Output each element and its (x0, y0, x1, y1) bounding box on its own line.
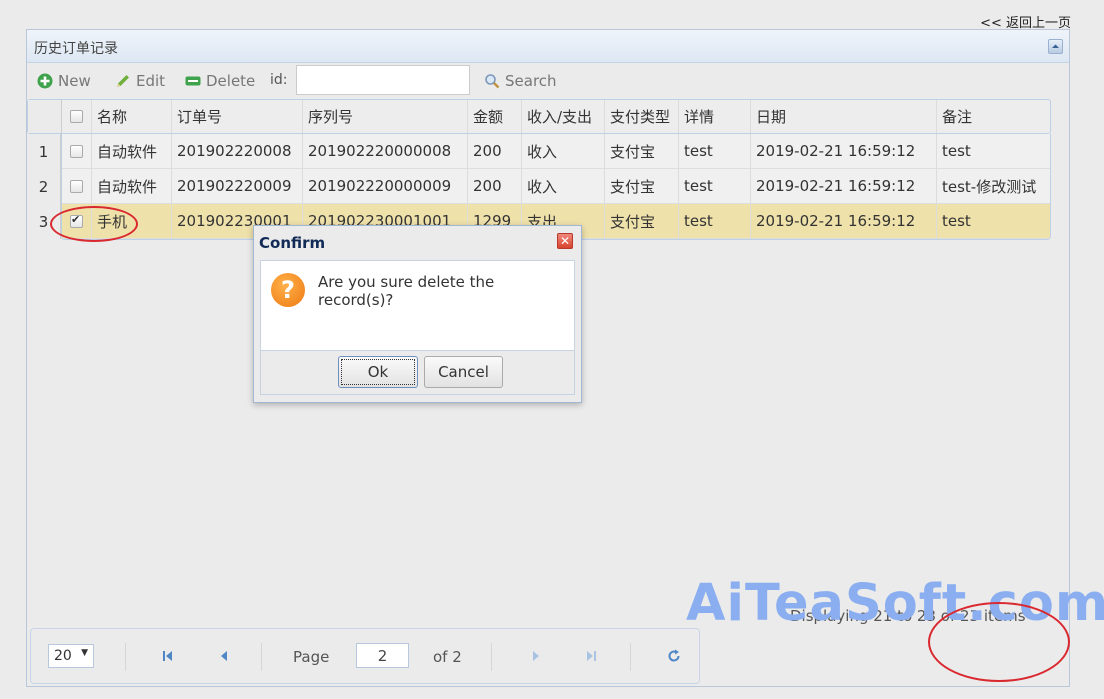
new-label: New (58, 72, 91, 90)
last-page-icon[interactable] (584, 649, 598, 663)
separator (630, 643, 631, 671)
dialog-message: Are you sure delete the record(s)? (318, 273, 495, 309)
toolbar: New Edit Delete id: Search (27, 63, 1069, 99)
cell-remark: test (942, 212, 971, 230)
annotation-circle (50, 206, 138, 242)
row-checkbox[interactable] (70, 144, 83, 158)
cell-remark: test-修改测试 (942, 177, 1037, 196)
edit-label: Edit (136, 72, 166, 90)
delete-button[interactable]: Delete (185, 70, 255, 92)
page-total-label: of 2 (433, 648, 462, 666)
search-label: Search (505, 72, 557, 90)
cell-direction: 收入 (522, 169, 605, 203)
col-header[interactable]: 金额 (468, 100, 522, 133)
dropdown-arrow-icon: ▼ (81, 648, 88, 658)
page-size-value: 20 (54, 648, 72, 664)
separator (125, 643, 126, 671)
new-button[interactable]: New (37, 70, 91, 92)
cell-pay-type: 支付宝 (605, 204, 679, 238)
col-header[interactable]: 序列号 (303, 100, 468, 133)
cell-serial-no: 201902220000009 (303, 169, 468, 203)
cell-remark: test (942, 142, 971, 160)
dialog-body: ? Are you sure delete the record(s)? (260, 260, 575, 351)
collapse-icon[interactable] (1048, 39, 1063, 54)
cell-order-no: 201902220008 (172, 134, 303, 168)
cell-detail: test (679, 169, 751, 203)
search-icon (484, 73, 500, 89)
cell-detail: test (679, 204, 751, 238)
row-checkbox[interactable] (70, 179, 83, 193)
separator (491, 643, 492, 671)
cell-date: 2019-02-21 16:59:12 (751, 169, 937, 203)
table-row[interactable]: 自动软件 201902220009 201902220000009 200 收入… (62, 169, 1050, 204)
cell-direction: 收入 (522, 134, 605, 168)
edit-button[interactable]: Edit (115, 70, 165, 92)
cell-pay-type: 支付宝 (605, 169, 679, 203)
table-row[interactable]: 自动软件 201902220008 201902220000008 200 收入… (62, 134, 1050, 169)
search-button[interactable]: Search (484, 70, 557, 92)
pagination-bar: 20 ▼ Page 2 of 2 (30, 628, 700, 684)
id-input[interactable] (296, 65, 470, 95)
cancel-button[interactable]: Cancel (424, 356, 503, 388)
row-number: 2 (27, 169, 61, 204)
pencil-icon (115, 73, 131, 89)
dialog-footer: Ok Cancel (260, 351, 575, 395)
col-header[interactable]: 名称 (92, 100, 172, 133)
cell-name: 自动软件 (92, 169, 172, 203)
select-all-header[interactable] (62, 100, 92, 133)
col-header[interactable]: 日期 (751, 100, 937, 133)
col-header[interactable]: 收入/支出 (522, 100, 605, 133)
page-number-input[interactable]: 2 (356, 643, 409, 668)
minus-icon (185, 73, 201, 89)
first-page-icon[interactable] (161, 649, 175, 663)
refresh-icon[interactable] (667, 649, 681, 663)
cell-amount: 200 (468, 134, 522, 168)
ok-button[interactable]: Ok (338, 356, 418, 388)
dialog-header: Confirm ✕ (254, 226, 581, 259)
cell-pay-type: 支付宝 (605, 134, 679, 168)
cell-date: 2019-02-21 16:59:12 (751, 204, 937, 238)
col-header[interactable]: 备注 (937, 100, 1050, 133)
cell-name: 自动软件 (92, 134, 172, 168)
id-label: id: (270, 72, 288, 88)
rownumber-header (28, 100, 62, 133)
panel-title: 历史订单记录 (34, 41, 118, 57)
cell-serial-no: 201902220000008 (303, 134, 468, 168)
page-label: Page (293, 648, 330, 666)
order-grid: 名称 订单号 序列号 金额 收入/支出 支付类型 详情 日期 备注 1 2 3 … (27, 99, 1051, 242)
prev-page-icon[interactable] (217, 649, 231, 663)
page-size-select[interactable]: 20 ▼ (48, 644, 94, 668)
dialog-title: Confirm (259, 234, 326, 252)
select-all-checkbox[interactable] (70, 110, 83, 123)
delete-label: Delete (206, 72, 256, 90)
close-icon[interactable]: ✕ (557, 233, 573, 249)
col-header[interactable]: 支付类型 (605, 100, 679, 133)
add-icon (37, 73, 53, 89)
question-icon: ? (271, 273, 305, 307)
next-page-icon[interactable] (529, 649, 543, 663)
separator (261, 643, 262, 671)
panel-header: 历史订单记录 (27, 30, 1069, 63)
confirm-dialog: Confirm ✕ ? Are you sure delete the reco… (253, 225, 582, 403)
cell-order-no: 201902220009 (172, 169, 303, 203)
col-header[interactable]: 详情 (679, 100, 751, 133)
grid-header: 名称 订单号 序列号 金额 收入/支出 支付类型 详情 日期 备注 (27, 99, 1051, 134)
cell-detail: test (679, 134, 751, 168)
annotation-circle (928, 602, 1070, 682)
row-number: 1 (27, 134, 61, 169)
cell-date: 2019-02-21 16:59:12 (751, 134, 937, 168)
col-header[interactable]: 订单号 (172, 100, 303, 133)
cell-amount: 200 (468, 169, 522, 203)
